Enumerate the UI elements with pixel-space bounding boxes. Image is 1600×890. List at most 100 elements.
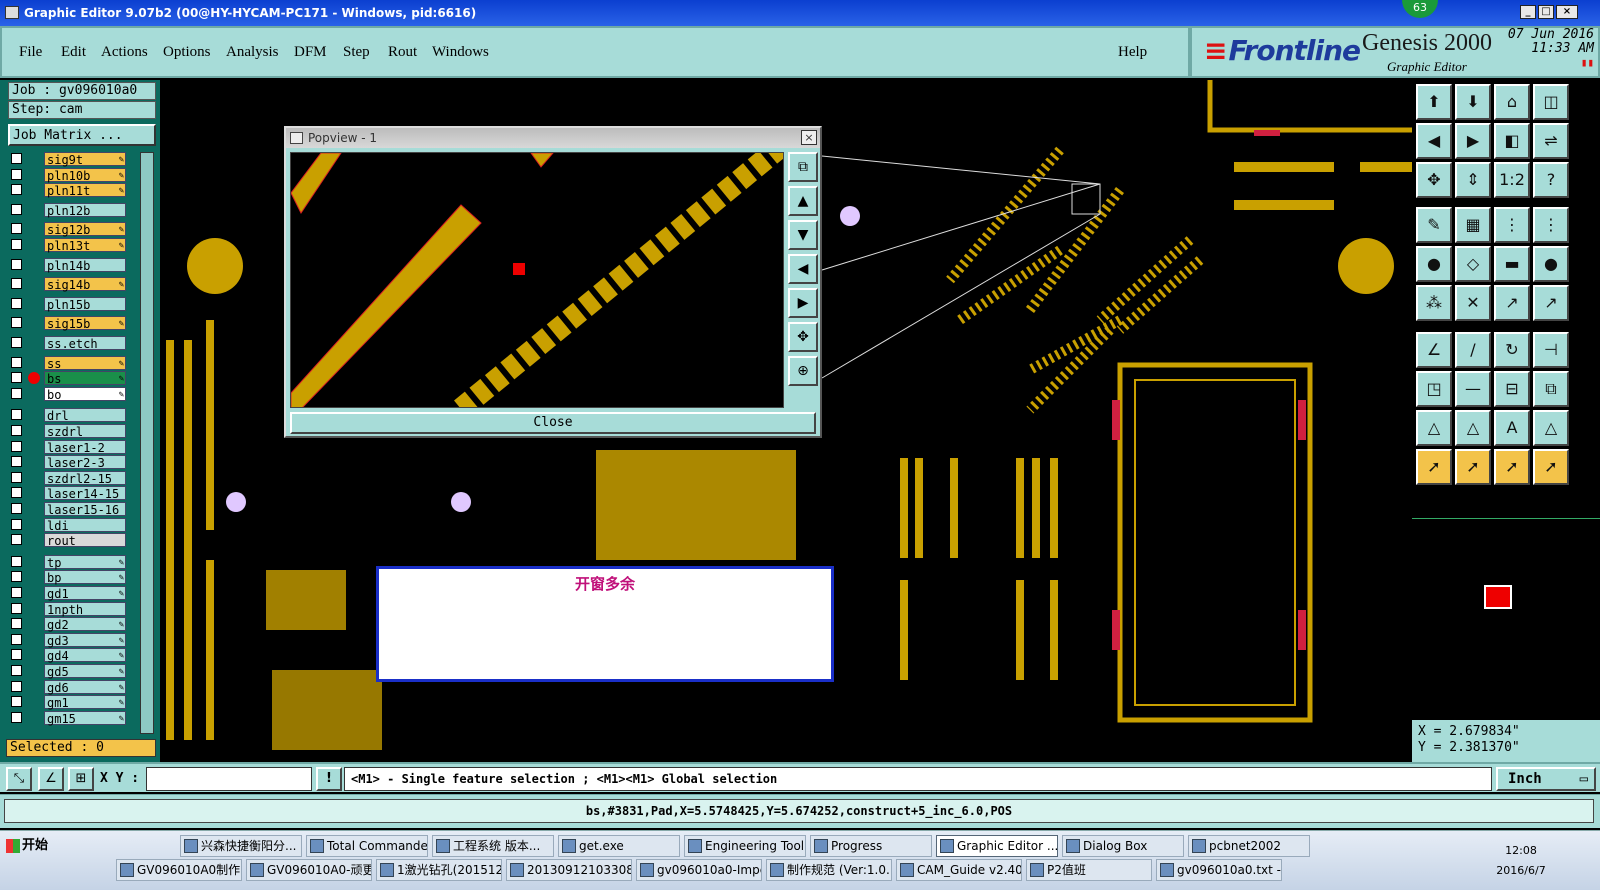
layer-row[interactable]: pln14b (8, 257, 130, 273)
layers-a-icon[interactable]: ⋮ (1494, 207, 1530, 243)
popview-zoom-fit-button[interactable]: ✥ (788, 322, 818, 352)
layer-name-1npth[interactable]: 1npth (44, 601, 126, 617)
layer-checkbox[interactable] (11, 184, 22, 196)
minimize-button[interactable]: _ (1520, 5, 1536, 19)
layer-row[interactable]: pln15b (8, 296, 130, 312)
layer-checkbox[interactable] (11, 487, 22, 499)
layer-name-szdrl2-15[interactable]: szdrl2-15 (44, 470, 126, 486)
layer-name-laser14-15[interactable]: laser14-15 (44, 486, 126, 501)
layer-checkbox[interactable] (11, 337, 22, 348)
layer-row[interactable]: gd2 ✎ (8, 617, 130, 632)
taskbar-item[interactable]: 20130912103308... (506, 859, 632, 881)
layer-checkbox[interactable] (11, 203, 22, 215)
layer-row[interactable]: laser14-15 (8, 486, 130, 501)
taskbar-item[interactable]: GV096010A0制作... (116, 859, 242, 881)
draw-icon[interactable]: ✎ (1416, 207, 1452, 243)
delete-icon[interactable]: ✕ (1455, 285, 1491, 321)
layer-row[interactable]: gm15 ✎ (8, 710, 130, 726)
layer-row[interactable]: laser15-16 (8, 502, 130, 517)
layer-checkbox[interactable] (11, 518, 22, 530)
layer-name-gd1[interactable]: gd1 ✎ (44, 586, 126, 601)
layer-row[interactable]: sig15b ✎ (8, 316, 130, 331)
menu-dfm[interactable]: DFM (294, 44, 327, 61)
mirror-icon[interactable]: ⧉ (1533, 371, 1569, 407)
fit-icon[interactable]: ◫ (1533, 84, 1569, 120)
layer-name-gd3[interactable]: gd3 ✎ (44, 632, 126, 648)
layer-row[interactable]: pln13t ✎ (8, 238, 130, 253)
home-icon[interactable]: ⌂ (1494, 84, 1530, 120)
layer-checkbox[interactable] (11, 649, 22, 661)
layer-checkbox[interactable] (11, 587, 22, 598)
layer-row[interactable]: szdrl2-15 (8, 470, 130, 486)
layer-row[interactable]: pln10b ✎ (8, 167, 130, 183)
layer-name-tp[interactable]: tp ✎ (44, 554, 126, 570)
layer-checkbox[interactable] (11, 503, 22, 514)
select-area-icon[interactable]: ➚ (1455, 449, 1491, 485)
layer-name-ss[interactable]: ss ✎ (44, 355, 126, 371)
layer-row[interactable]: rout (8, 533, 130, 548)
zoom-in-icon[interactable]: ⬆ (1416, 84, 1452, 120)
layer-name-gd2[interactable]: gd2 ✎ (44, 617, 126, 632)
layer-row[interactable]: 1npth (8, 601, 130, 617)
menu-step[interactable]: Step (343, 44, 370, 61)
layer-name-drl[interactable]: drl (44, 408, 126, 423)
measure-icon[interactable]: ⊟ (1494, 371, 1530, 407)
layer-name-sig9t[interactable]: sig9t ✎ (44, 152, 126, 167)
layer-name-sig15b[interactable]: sig15b ✎ (44, 316, 126, 331)
popview-close-icon[interactable]: × (801, 130, 817, 145)
shape-b-icon[interactable]: △ (1455, 410, 1491, 446)
layer-checkbox[interactable] (11, 633, 22, 645)
layer-name-gm15[interactable]: gm15 ✎ (44, 710, 126, 726)
menu-help[interactable]: Help (1118, 44, 1147, 61)
taskbar-item[interactable]: CAM_Guide v2.40 (896, 859, 1022, 881)
layer-row[interactable]: laser1-2 (8, 439, 130, 455)
grid-icon[interactable]: ⊞ (68, 767, 94, 791)
copy-icon[interactable]: ↗ (1533, 285, 1569, 321)
layer-row[interactable]: pln12b (8, 202, 130, 218)
layer-checkbox[interactable] (11, 471, 22, 483)
layer-checkbox[interactable] (11, 680, 22, 692)
menu-file[interactable]: File (19, 44, 42, 61)
layer-checkbox[interactable] (11, 258, 22, 270)
layer-checkbox[interactable] (11, 278, 22, 290)
layer-checkbox[interactable] (11, 168, 22, 180)
taskbar-item[interactable]: P2值班 (1026, 859, 1152, 881)
select-add-icon[interactable]: ➚ (1494, 449, 1530, 485)
layer-row[interactable]: gd1 ✎ (8, 586, 130, 601)
angle-icon[interactable]: ∠ (1416, 332, 1452, 368)
units-dropdown[interactable]: Inch ▭ (1496, 767, 1596, 791)
select-icon[interactable]: ➚ (1416, 449, 1452, 485)
pan-left-icon[interactable]: ◀ (1416, 123, 1452, 159)
layer-row[interactable]: laser2-3 (8, 455, 130, 470)
taskbar-item[interactable]: 工程系统 版本... (432, 835, 554, 857)
layer-checkbox[interactable] (11, 239, 22, 250)
ruler-icon[interactable]: ▬ (1494, 246, 1530, 282)
flip-icon[interactable]: ⇕ (1455, 162, 1491, 198)
shape-c-icon[interactable]: △ (1533, 410, 1569, 446)
connect-icon[interactable]: ⁂ (1416, 285, 1452, 321)
taskbar-item[interactable]: GV096010A0-顽更... (246, 859, 372, 881)
layer-checkbox[interactable] (11, 534, 22, 546)
layer-checkbox[interactable] (11, 696, 22, 708)
layer-name-bp[interactable]: bp ✎ (44, 570, 126, 585)
layer-checkbox[interactable] (11, 409, 22, 421)
xy-input[interactable] (146, 767, 312, 791)
taskbar-item[interactable]: Dialog Box (1062, 835, 1184, 857)
menu-windows[interactable]: Windows (432, 44, 489, 61)
layer-row[interactable]: gd5 ✎ (8, 664, 130, 679)
help-icon[interactable]: ? (1533, 162, 1569, 198)
maximize-button[interactable]: □ (1538, 5, 1554, 19)
layer-checkbox[interactable] (11, 665, 22, 676)
layer-row[interactable]: ldi (8, 517, 130, 533)
taskbar-item[interactable]: gv096010a0.txt -... (1156, 859, 1282, 881)
start-button[interactable]: 开始 (4, 835, 50, 859)
taskbar-item[interactable]: gv096010a0-Impe... (636, 859, 762, 881)
scale-icon[interactable]: 1:2 (1494, 162, 1530, 198)
layer-checkbox[interactable] (11, 711, 22, 723)
rotate-icon[interactable]: ↻ (1494, 332, 1530, 368)
layer-checkbox[interactable] (11, 372, 22, 384)
layer-name-pln12b[interactable]: pln12b (44, 202, 126, 218)
layer-name-pln11t[interactable]: pln11t ✎ (44, 183, 126, 198)
layer-name-laser2-3[interactable]: laser2-3 (44, 455, 126, 470)
swap-icon[interactable]: ⇌ (1533, 123, 1569, 159)
